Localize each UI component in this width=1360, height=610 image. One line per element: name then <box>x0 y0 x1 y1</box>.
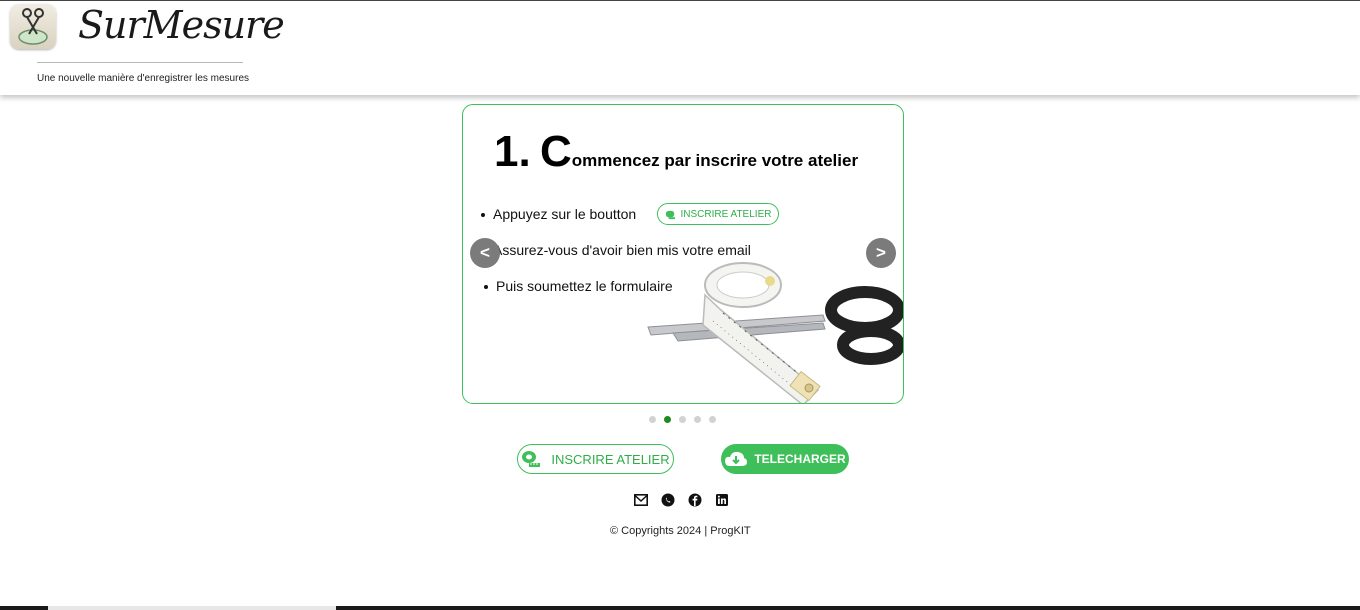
company-name: ProgKIT <box>710 525 751 537</box>
copyright: © Copyrights 2024 | ProgKIT <box>610 525 751 537</box>
copyright-separator: | <box>704 525 708 537</box>
carousel-slide: 1. Commencez par inscrire votre atelier … <box>462 104 904 404</box>
bullet-text: Appuyez sur le boutton <box>493 206 637 222</box>
whatsapp-icon[interactable] <box>661 493 675 507</box>
cloud-download-icon <box>725 451 748 466</box>
carousel-pagination <box>649 416 716 423</box>
site-header: SurMesure Une nouvelle manière d'enregis… <box>0 0 1360 95</box>
carousel-prev-button[interactable]: < <box>470 238 500 268</box>
register-workshop-button[interactable]: INSCRIRE ATELIER <box>517 444 674 474</box>
brand-name: SurMesure <box>78 3 285 47</box>
copyright-icon: © <box>610 525 619 537</box>
step-title: Commencez par inscrire votre atelier <box>540 127 858 177</box>
step-title-rest: ommencez par inscrire votre atelier <box>571 151 859 170</box>
bottom-bar <box>0 606 1360 610</box>
facebook-icon[interactable] <box>688 493 702 507</box>
tape-measure-icon <box>665 210 675 219</box>
bullet-item: Appuyez sur le boutton <box>481 206 636 222</box>
logo-icon[interactable] <box>10 4 56 49</box>
step-title-initial: C <box>540 127 572 176</box>
pagination-dot-active[interactable] <box>664 416 671 423</box>
inline-register-label: INSCRIRE ATELIER <box>680 208 772 220</box>
mail-icon[interactable] <box>634 493 648 507</box>
linkedin-icon[interactable] <box>715 493 729 507</box>
download-button[interactable]: TELECHARGER <box>721 444 849 474</box>
carousel-next-button[interactable]: > <box>866 238 896 268</box>
pagination-dot[interactable] <box>709 416 716 423</box>
tape-measure-scissors-image <box>647 262 903 403</box>
social-links <box>634 493 729 507</box>
bullet-dot <box>484 285 488 290</box>
pagination-dot[interactable] <box>649 416 656 423</box>
brand-divider <box>37 62 243 63</box>
copyright-text: Copyrights 2024 <box>621 525 702 537</box>
inline-register-button[interactable]: INSCRIRE ATELIER <box>657 203 779 225</box>
pagination-dot[interactable] <box>694 416 701 423</box>
step-number: 1. <box>494 127 531 176</box>
tape-measure-icon <box>522 451 541 467</box>
register-workshop-label: INSCRIRE ATELIER <box>551 451 670 467</box>
download-label: TELECHARGER <box>754 452 846 466</box>
tagline: Une nouvelle manière d'enregistrer les m… <box>37 73 250 84</box>
scroll-indicator <box>48 606 336 610</box>
scissors-icon <box>647 286 903 365</box>
bullet-dot <box>481 213 485 218</box>
pagination-dot[interactable] <box>679 416 686 423</box>
